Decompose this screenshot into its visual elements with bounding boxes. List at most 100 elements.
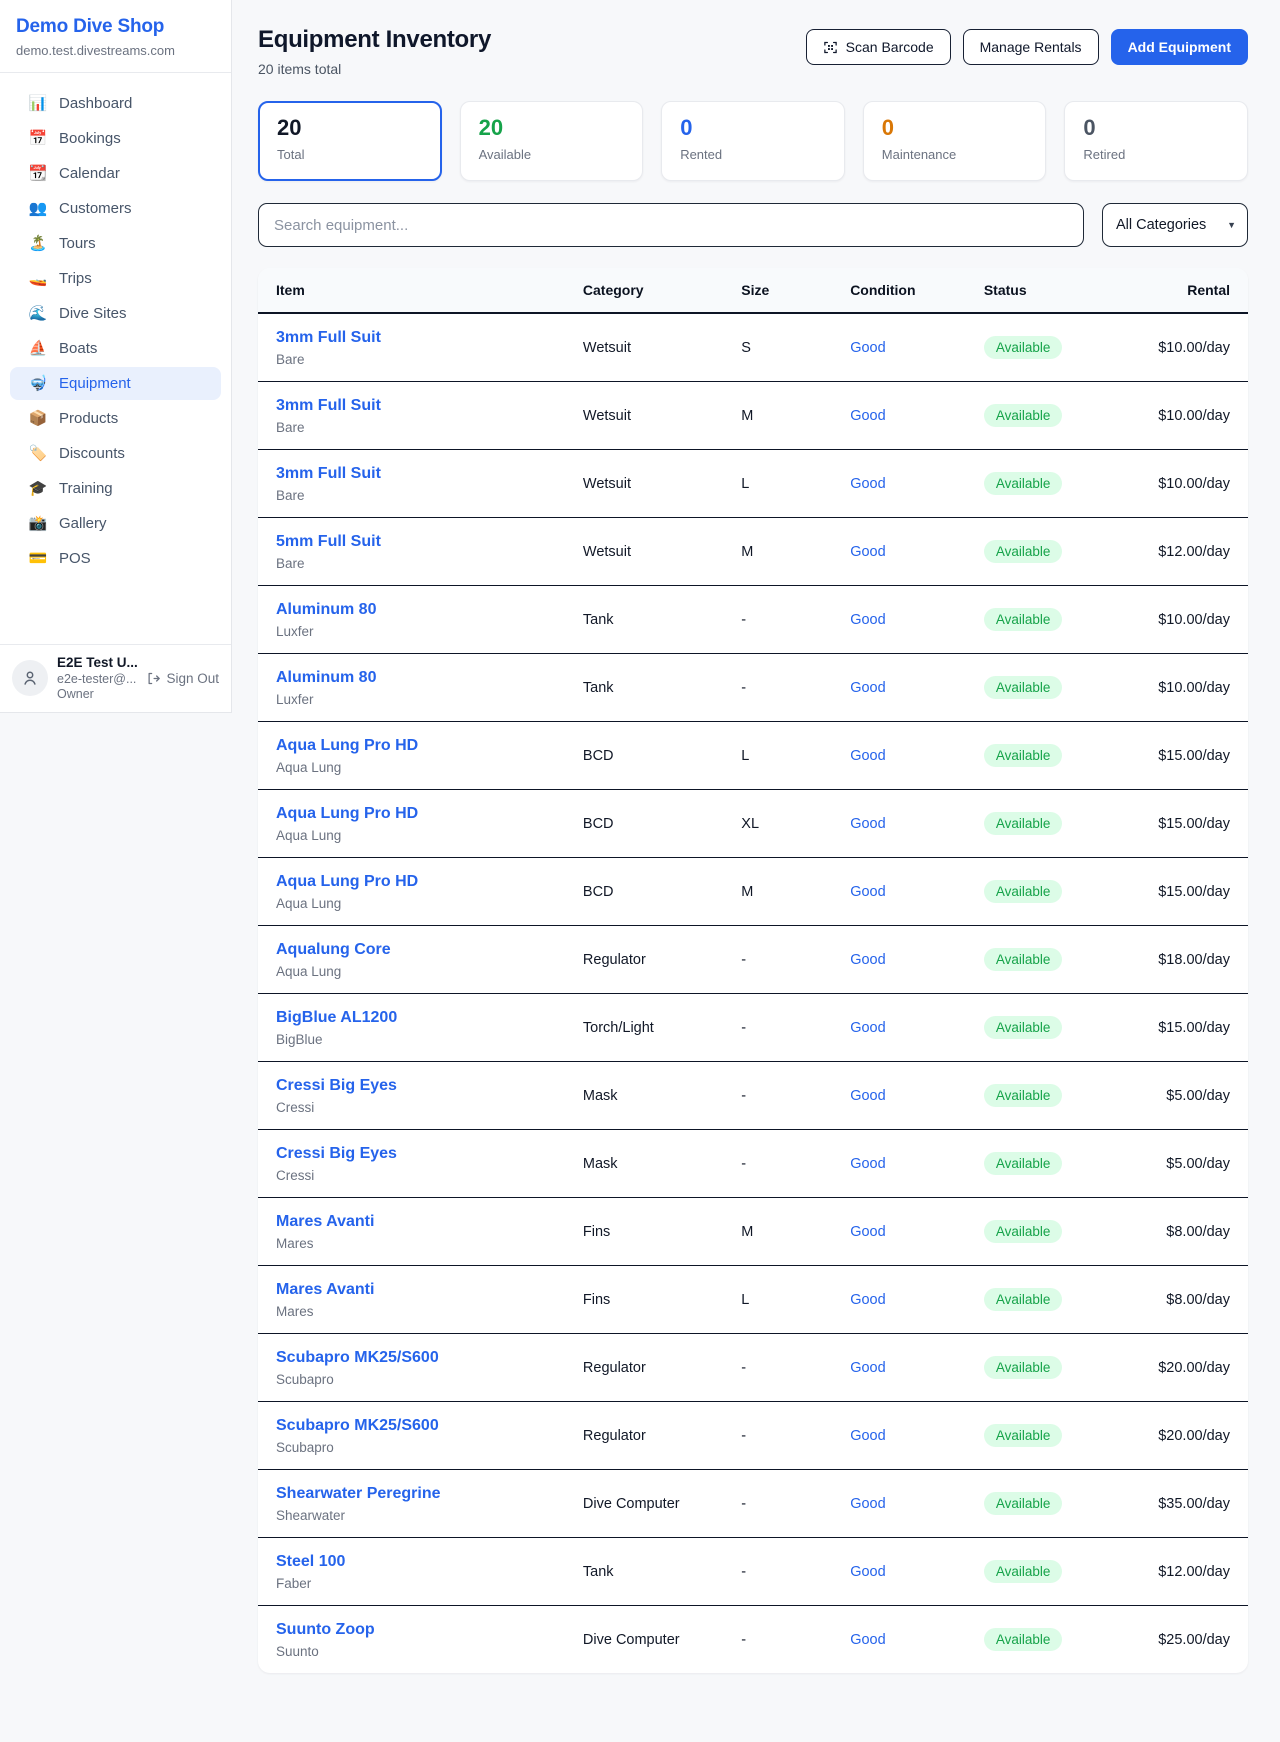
item-name-link[interactable]: Cressi Big Eyes [276,1076,547,1096]
item-name-link[interactable]: 3mm Full Suit [276,396,547,416]
equipment-row[interactable]: Cressi Big Eyes Cressi Mask - Good Avail… [258,1062,1248,1130]
item-rental-price: $10.00/day [1119,450,1248,518]
equipment-row[interactable]: Aluminum 80 Luxfer Tank - Good Available… [258,654,1248,722]
stat-card-retired[interactable]: 0 Retired [1064,101,1248,181]
sidebar-item-calendar[interactable]: 📆 Calendar [10,157,221,190]
item-size: - [723,1402,832,1470]
condition-link[interactable]: Good [832,586,966,654]
condition-link[interactable]: Good [832,994,966,1062]
condition-link[interactable]: Good [832,790,966,858]
condition-link[interactable]: Good [832,1130,966,1198]
item-name-link[interactable]: Cressi Big Eyes [276,1144,547,1164]
equipment-row[interactable]: Shearwater Peregrine Shearwater Dive Com… [258,1470,1248,1538]
add-equipment-button[interactable]: Add Equipment [1111,29,1248,65]
equipment-row[interactable]: 5mm Full Suit Bare Wetsuit M Good Availa… [258,518,1248,586]
stat-card-total[interactable]: 20 Total [258,101,442,181]
item-name-link[interactable]: Aqua Lung Pro HD [276,804,547,824]
sidebar-item-dive-sites[interactable]: 🌊 Dive Sites [10,297,221,330]
equipment-row[interactable]: Mares Avanti Mares Fins M Good Available… [258,1198,1248,1266]
sidebar-item-gallery[interactable]: 📸 Gallery [10,507,221,540]
search-input[interactable] [258,203,1084,247]
item-name-link[interactable]: Aluminum 80 [276,668,547,688]
equipment-row[interactable]: Cressi Big Eyes Cressi Mask - Good Avail… [258,1130,1248,1198]
item-name-link[interactable]: 3mm Full Suit [276,328,547,348]
condition-link[interactable]: Good [832,382,966,450]
item-name-link[interactable]: Aluminum 80 [276,600,547,620]
stats-row: 20 Total 20 Available 0 Rented 0 Mainten… [258,101,1248,181]
equipment-row[interactable]: Aqua Lung Pro HD Aqua Lung BCD M Good Av… [258,858,1248,926]
equipment-row[interactable]: Aluminum 80 Luxfer Tank - Good Available… [258,586,1248,654]
stat-card-available[interactable]: 20 Available [460,101,644,181]
equipment-row[interactable]: BigBlue AL1200 BigBlue Torch/Light - Goo… [258,994,1248,1062]
equipment-row[interactable]: Aqua Lung Pro HD Aqua Lung BCD XL Good A… [258,790,1248,858]
item-name-link[interactable]: Shearwater Peregrine [276,1484,547,1504]
item-name-link[interactable]: Aqua Lung Pro HD [276,872,547,892]
sidebar-item-products[interactable]: 📦 Products [10,402,221,435]
condition-link[interactable]: Good [832,1198,966,1266]
app: Demo Dive Shop demo.test.divestreams.com… [0,0,1280,1742]
equipment-row[interactable]: 3mm Full Suit Bare Wetsuit S Good Availa… [258,313,1248,382]
condition-link[interactable]: Good [832,926,966,994]
add-equipment-label: Add Equipment [1128,39,1231,55]
scan-barcode-button[interactable]: Scan Barcode [806,29,951,65]
item-brand: Scubapro [276,1372,547,1387]
item-brand: Shearwater [276,1508,547,1523]
equipment-row[interactable]: Suunto Zoop Suunto Dive Computer - Good … [258,1606,1248,1674]
category-select[interactable]: All Categories ▼ [1102,203,1248,247]
sidebar-item-discounts[interactable]: 🏷️ Discounts [10,437,221,470]
brand-name[interactable]: Demo Dive Shop [16,16,215,38]
condition-link[interactable]: Good [832,1334,966,1402]
condition-link[interactable]: Good [832,1538,966,1606]
condition-link[interactable]: Good [832,450,966,518]
stat-card-maintenance[interactable]: 0 Maintenance [863,101,1047,181]
item-name-link[interactable]: Suunto Zoop [276,1620,547,1640]
item-category: Regulator [565,926,723,994]
equipment-row[interactable]: Scubapro MK25/S600 Scubapro Regulator - … [258,1402,1248,1470]
sidebar-item-bookings[interactable]: 📅 Bookings [10,122,221,155]
sidebar-item-training[interactable]: 🎓 Training [10,472,221,505]
condition-link[interactable]: Good [832,1062,966,1130]
sidebar-item-pos[interactable]: 💳 POS [10,542,221,575]
equipment-row[interactable]: Scubapro MK25/S600 Scubapro Regulator - … [258,1334,1248,1402]
item-category: Torch/Light [565,994,723,1062]
manage-rentals-button[interactable]: Manage Rentals [963,29,1099,65]
item-name-link[interactable]: Scubapro MK25/S600 [276,1416,547,1436]
item-name-link[interactable]: Aqualung Core [276,940,547,960]
sidebar-item-boats[interactable]: ⛵ Boats [10,332,221,365]
equipment-row[interactable]: Mares Avanti Mares Fins L Good Available… [258,1266,1248,1334]
condition-link[interactable]: Good [832,858,966,926]
equipment-row[interactable]: 3mm Full Suit Bare Wetsuit M Good Availa… [258,382,1248,450]
item-brand: Aqua Lung [276,828,547,843]
item-name-link[interactable]: Mares Avanti [276,1280,547,1300]
condition-link[interactable]: Good [832,1402,966,1470]
condition-link[interactable]: Good [832,1266,966,1334]
equipment-row[interactable]: Steel 100 Faber Tank - Good Available $1… [258,1538,1248,1606]
equipment-row[interactable]: Aqualung Core Aqua Lung Regulator - Good… [258,926,1248,994]
item-name-link[interactable]: BigBlue AL1200 [276,1008,547,1028]
sidebar-item-customers[interactable]: 👥 Customers [10,192,221,225]
status-badge: Available [984,1424,1063,1447]
condition-link[interactable]: Good [832,722,966,790]
status-badge: Available [984,1016,1063,1039]
condition-link[interactable]: Good [832,1470,966,1538]
item-name-link[interactable]: Scubapro MK25/S600 [276,1348,547,1368]
equipment-row[interactable]: 3mm Full Suit Bare Wetsuit L Good Availa… [258,450,1248,518]
condition-link[interactable]: Good [832,1606,966,1674]
item-name-link[interactable]: Steel 100 [276,1552,547,1572]
condition-link[interactable]: Good [832,654,966,722]
sidebar-item-label: Customers [59,200,132,217]
item-name-link[interactable]: 3mm Full Suit [276,464,547,484]
sidebar-item-dashboard[interactable]: 📊 Dashboard [10,87,221,120]
sign-out-button[interactable]: Sign Out [146,671,219,686]
equipment-row[interactable]: Aqua Lung Pro HD Aqua Lung BCD L Good Av… [258,722,1248,790]
item-name-link[interactable]: 5mm Full Suit [276,532,547,552]
sidebar-item-trips[interactable]: 🚤 Trips [10,262,221,295]
sidebar-item-label: Boats [59,340,97,357]
stat-card-rented[interactable]: 0 Rented [661,101,845,181]
condition-link[interactable]: Good [832,518,966,586]
sidebar-item-equipment[interactable]: 🤿 Equipment [10,367,221,400]
sidebar-item-tours[interactable]: 🏝️ Tours [10,227,221,260]
item-name-link[interactable]: Mares Avanti [276,1212,547,1232]
condition-link[interactable]: Good [832,313,966,382]
item-name-link[interactable]: Aqua Lung Pro HD [276,736,547,756]
